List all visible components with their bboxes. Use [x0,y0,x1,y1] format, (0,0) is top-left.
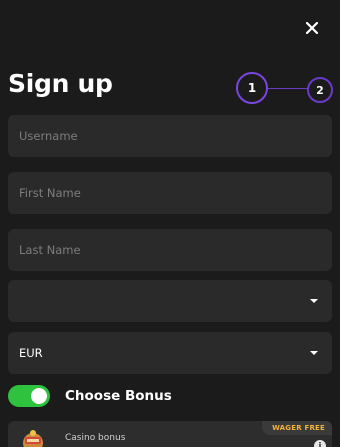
chevron-down-icon [310,299,318,303]
choose-bonus-toggle[interactable] [8,385,50,407]
close-icon [305,21,319,35]
casino-bonus-card[interactable]: Casino bonus WAGER FREE i [8,421,332,447]
currency-select[interactable]: EUR [8,332,332,374]
last-name-field-wrapper [8,229,332,271]
choose-bonus-label: Choose Bonus [65,388,172,404]
step-1-indicator: 1 [236,72,268,104]
username-field-wrapper [8,115,332,157]
signup-modal: Sign up 1 2 EUR Choose Bonus C [0,0,340,447]
casino-bonus-icon [23,430,43,447]
step-2-indicator: 2 [307,77,333,103]
country-select[interactable] [8,280,332,322]
page-title: Sign up [8,69,113,98]
info-icon[interactable]: i [314,440,326,447]
toggle-knob [31,388,47,404]
last-name-input[interactable] [8,229,332,271]
close-button[interactable] [302,18,322,38]
first-name-field-wrapper [8,172,332,214]
wager-free-badge: WAGER FREE [262,421,332,435]
username-input[interactable] [8,115,332,157]
chevron-down-icon [310,351,318,355]
first-name-input[interactable] [8,172,332,214]
casino-bonus-label: Casino bonus [65,433,126,443]
currency-select-value: EUR [19,346,43,360]
bonus-toggle-row: Choose Bonus [8,384,172,408]
signup-stepper: 1 2 [236,72,334,104]
